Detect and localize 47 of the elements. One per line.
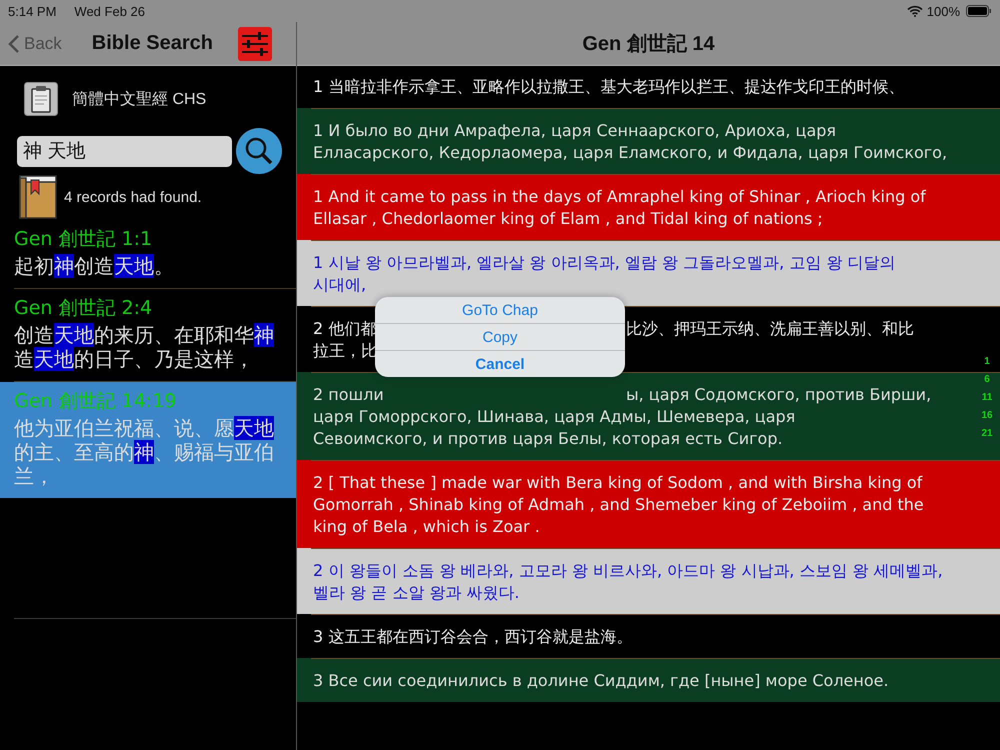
verse-row[interactable]: 3 Все сии соединились в долине Сиддим, где [ныне] море Соленое. xyxy=(297,660,1000,702)
verse-text: 3 Все сии соединились в долине Сиддим, где [ныне] море Соленое. xyxy=(313,671,889,690)
chevron-icon xyxy=(8,34,20,54)
verse-text: 1 And it came to pass in the days of Amraphel king of Shinar , Arioch king of Ellasar , Chedorlaomer king of Elam , and Tidal king of nations ; xyxy=(313,187,926,228)
action-sheet-item[interactable]: Copy xyxy=(375,324,625,350)
verse-text: царя Гоморрского, Шинава, царя Адмы, Шемевера, царя xyxy=(313,407,796,426)
book-icon xyxy=(18,174,58,220)
result-count: 4 records had found. xyxy=(64,188,202,206)
verse-reference: Gen 創世記 14:19 xyxy=(14,389,178,414)
verse-text: 他为亚伯兰祝福、说、愿天地 的主、至高的神、赐福与亚伯兰， xyxy=(14,416,275,488)
status-time: 5:14 PM xyxy=(8,4,56,18)
verse-row[interactable]: 1 And it came to pass in the days of Amraphel king of Shinar , Arioch king of Ellasar , Chedorlaomer king of Elam , and Tidal king of nations ; xyxy=(297,176,1000,240)
verse-text: 起初神创造天地。 xyxy=(14,254,175,278)
verse-text: 2 пошли xyxy=(313,384,384,406)
search-result[interactable]: Gen 創世記 14:19 他为亚伯兰祝福、说、愿天地 的主、至高的神、赐福与亚伯兰， xyxy=(0,382,296,498)
verse-text: 1 当暗拉非作示拿王、亚略作以拉撒王、基大老玛作以拦王、提达作戈印王的时候、 xyxy=(313,77,904,96)
verse-text: 创造天地的来历、在耶和华神 造天地的日子、乃是这样， xyxy=(14,323,275,371)
verse-index-link[interactable]: 16 xyxy=(981,410,993,421)
verse-index-link[interactable]: 11 xyxy=(982,392,992,403)
verse-row[interactable]: 2 [ That these ] made war with Bera king of Sodom , and with Birsha king of Gomorrah , Shinab king of Admah , and Shemeber king of Zeboiim , and the king of Bela , which is Zoar . xyxy=(297,462,1000,548)
verse-text: 比沙、押玛王示纳、洗扁王善以别、和比 xyxy=(626,318,914,340)
search-icon xyxy=(244,136,274,166)
verse-text: 2 [ That these ] made war with Bera king of Sodom , and with Birsha king of Gomorrah , Shinab king of Admah , and Shemeber king of Zeboiim , and the king of Bela , which is Zoar . xyxy=(313,473,924,536)
verse-text: 1 И было во дни Амрафела, царя Сеннаарского, Ариоха, царя Елласарского, Кедорлаомера, царя Еламского, и Фидала, царя Гоимского, xyxy=(313,121,948,162)
search-button[interactable] xyxy=(236,128,282,174)
verse-text: Севоимского, и против царя Белы, которая есть Сигор. xyxy=(313,429,783,448)
verse-reference: Gen 創世記 2:4 xyxy=(14,296,154,321)
verse-text: 1 시날 왕 아므라벨과, 엘라살 왕 아리옥과, 엘람 왕 그돌라오멜과, 고임 왕 디달의 시대에, xyxy=(313,253,896,294)
verse-text: 3 这五王都在西订谷会合，西订谷就是盐海。 xyxy=(313,627,632,646)
bible-version: 簡體中文聖經 CHS xyxy=(72,90,206,110)
clipboard-icon[interactable] xyxy=(24,82,58,116)
battery-icon xyxy=(966,5,992,17)
status-date: Wed Feb 26 xyxy=(74,4,146,18)
verse-text: ы, царя Содомского, против Бирши, xyxy=(626,384,932,406)
verse-reference: Gen 創世記 1:1 xyxy=(14,227,154,252)
verse-text: 2 이 왕들이 소돔 왕 베라와, 고모라 왕 비르사와, 아드마 왕 시납과, 스보임 왕 세메벨과, 벨라 왕 곧 소알 왕과 싸웠다. xyxy=(313,561,943,602)
verse-index-link[interactable]: 1 xyxy=(984,356,990,367)
verse-row[interactable]: 2 이 왕들이 소돔 왕 베라와, 고모라 왕 비르사와, 아드마 왕 시납과, 스보임 왕 세메벨과, 벨라 왕 곧 소알 왕과 싸웠다. xyxy=(297,550,1000,614)
battery-percent: 100% xyxy=(926,4,960,18)
sliders-icon[interactable] xyxy=(238,26,272,60)
verse-row[interactable]: 1 И было во дни Амрафела, царя Сеннаарского, Ариоха, царя Елласарского, Кедорлаомера, царя Еламского, и Фидала, царя Гоимского, xyxy=(297,110,1000,174)
sidebar-title: Bible Search xyxy=(92,32,213,55)
verse-index-link[interactable]: 21 xyxy=(981,428,993,439)
chapter-title: Gen 創世記 14 xyxy=(582,32,715,57)
wifi-icon xyxy=(906,5,923,17)
verse-index-link[interactable]: 6 xyxy=(984,374,990,385)
search-field[interactable]: 神 天地 xyxy=(17,136,232,166)
